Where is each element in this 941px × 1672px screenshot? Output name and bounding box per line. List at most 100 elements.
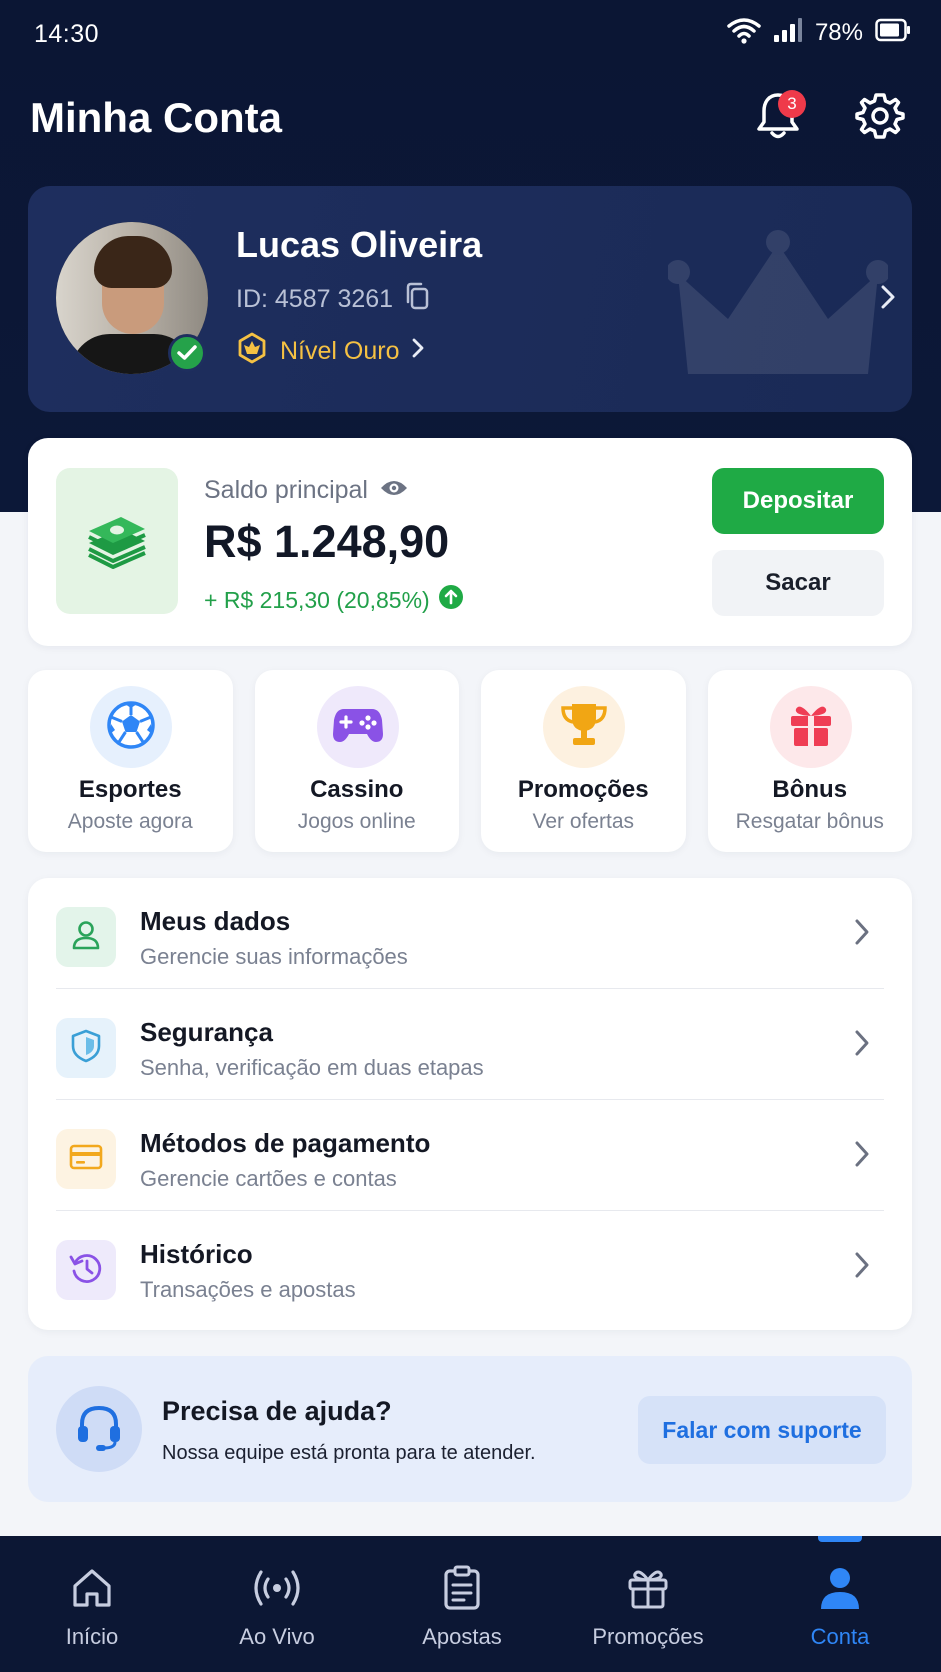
gamepad-icon	[332, 706, 384, 749]
money-tile	[56, 468, 178, 614]
quick-action-subtitle: Resgatar bônus	[735, 810, 884, 833]
deposit-button[interactable]: Depositar	[712, 468, 884, 534]
quick-icon-circle	[316, 686, 399, 768]
gift-icon	[786, 700, 836, 755]
quick-action-cassino[interactable]: Cassino Jogos online	[254, 670, 459, 852]
quick-action-subtitle: Aposte agora	[67, 810, 193, 833]
quick-action-title: Promoções	[517, 776, 649, 803]
quick-icon-circle	[90, 686, 172, 768]
quick-action-title: Bônus	[772, 776, 848, 803]
quick-action-bonus[interactable]: Bônus Resgatar bônus	[707, 670, 912, 852]
withdraw-button[interactable]: Sacar	[712, 550, 884, 616]
nav-item-conta[interactable]: Conta	[760, 1536, 920, 1672]
profile-id-row: ID: 4587 3261	[236, 282, 429, 317]
balance-label-row: Saldo principal	[204, 476, 408, 505]
balance-change: + R$ 215,30 (20,85%)	[204, 586, 430, 613]
nav-item-inicio[interactable]: Início	[12, 1536, 172, 1672]
notification-badge: 3	[778, 90, 806, 118]
gold-medal-icon	[236, 332, 268, 371]
battery-percent: 78%	[814, 18, 863, 46]
bet-slip-icon	[436, 1562, 488, 1614]
contact-support-button[interactable]: Falar com suporte	[638, 1396, 886, 1464]
nav-label: Início	[65, 1624, 119, 1649]
quick-action-esportes[interactable]: Esportes Aposte agora	[28, 670, 233, 852]
nav-label: Conta	[810, 1624, 870, 1649]
menu-icon-tile	[56, 1018, 116, 1078]
nav-item-promocoes[interactable]: Promoções	[568, 1536, 728, 1672]
menu-item-subtitle: Transações e apostas	[140, 1277, 356, 1302]
bottom-nav: Início Ao Vivo Apostas Promoções Conta	[0, 1536, 941, 1672]
balance-value: R$ 1.248,90	[204, 516, 450, 567]
soccer-ball-icon	[106, 700, 156, 755]
quick-icon-circle	[769, 686, 852, 768]
copy-icon[interactable]	[405, 282, 429, 317]
quick-action-subtitle: Jogos online	[297, 810, 416, 833]
menu-icon-tile	[56, 907, 116, 967]
shield-icon	[70, 1029, 102, 1068]
menu-item-meus-dados[interactable]: Meus dados Gerencie suas informações	[28, 878, 912, 989]
profile-level-link[interactable]: Nível Ouro	[236, 332, 425, 371]
eye-icon[interactable]	[380, 476, 408, 505]
menu-item-title: Segurança	[140, 1017, 273, 1047]
signal-icon	[773, 17, 803, 48]
profile-level-label: Nível Ouro	[280, 337, 400, 365]
menu-item-historico[interactable]: Histórico Transações e apostas	[28, 1211, 912, 1322]
menu-item-title: Histórico	[140, 1239, 253, 1269]
help-card: Precisa de ajuda? Nossa equipe está pron…	[28, 1356, 912, 1502]
account-icon	[814, 1562, 866, 1614]
chevron-right-icon	[854, 1140, 870, 1173]
quick-action-promocoes[interactable]: Promoções Ver ofertas	[481, 670, 686, 852]
chevron-right-icon	[880, 284, 896, 315]
status-indicators: 78%	[727, 16, 911, 49]
wifi-icon	[727, 16, 761, 49]
balance-card: Saldo principal R$ 1.248,90 + R$ 215,30 …	[28, 438, 912, 646]
card-icon	[69, 1144, 103, 1175]
crown-watermark-icon	[666, 224, 890, 399]
menu-item-title: Meus dados	[140, 906, 291, 936]
gift-icon	[622, 1562, 674, 1614]
menu-item-title: Métodos de pagamento	[140, 1128, 431, 1158]
chevron-right-icon	[854, 1251, 870, 1284]
headset-icon	[74, 1402, 124, 1457]
chevron-right-icon	[854, 918, 870, 951]
profile-name: Lucas Oliveira	[236, 224, 483, 265]
menu-item-seguranca[interactable]: Segurança Senha, verificação em duas eta…	[28, 989, 912, 1100]
menu-item-subtitle: Gerencie suas informações	[140, 944, 408, 969]
menu-icon-tile	[56, 1240, 116, 1300]
notifications-button[interactable]: 3	[748, 88, 808, 148]
history-icon	[69, 1251, 103, 1290]
nav-label: Promoções	[592, 1624, 704, 1649]
balance-label: Saldo principal	[204, 476, 368, 504]
page-title: Minha Conta	[30, 94, 282, 141]
status-time: 14:30	[34, 20, 100, 48]
live-icon	[251, 1562, 303, 1614]
nav-item-apostas[interactable]: Apostas	[382, 1536, 542, 1672]
balance-change-row: + R$ 215,30 (20,85%)	[204, 584, 464, 616]
nav-label: Ao Vivo	[239, 1624, 315, 1649]
menu-icon-tile	[56, 1129, 116, 1189]
quick-actions: Esportes Aposte agora Cassino Jogos onli…	[28, 670, 912, 852]
menu-item-subtitle: Gerencie cartões e contas	[140, 1166, 397, 1191]
menu-item-metodos-pagamento[interactable]: Métodos de pagamento Gerencie cartões e …	[28, 1100, 912, 1211]
verified-check-icon	[168, 334, 206, 372]
quick-action-title: Esportes	[78, 776, 182, 803]
trophy-icon	[559, 700, 609, 755]
quick-action-title: Cassino	[310, 776, 404, 803]
settings-button[interactable]	[850, 88, 910, 148]
nav-label: Apostas	[422, 1624, 502, 1649]
nav-item-ao-vivo[interactable]: Ao Vivo	[197, 1536, 357, 1672]
help-subtitle: Nossa equipe está pronta para te atender…	[162, 1442, 536, 1464]
quick-icon-circle	[543, 686, 625, 768]
gear-icon	[855, 91, 905, 146]
menu-item-subtitle: Senha, verificação em duas etapas	[140, 1055, 484, 1080]
active-tab-indicator	[818, 1536, 862, 1542]
status-bar: 14:30 78%	[0, 0, 941, 70]
quick-action-subtitle: Ver ofertas	[532, 810, 635, 833]
help-icon-circle	[56, 1386, 142, 1472]
help-title: Precisa de ajuda?	[162, 1396, 392, 1426]
money-stack-icon	[85, 509, 149, 574]
home-icon	[66, 1562, 118, 1614]
chevron-right-icon	[854, 1029, 870, 1062]
account-menu: Meus dados Gerencie suas informações Seg…	[28, 878, 912, 1330]
profile-card[interactable]: Lucas Oliveira ID: 4587 3261 Nível Ouro	[28, 186, 912, 412]
